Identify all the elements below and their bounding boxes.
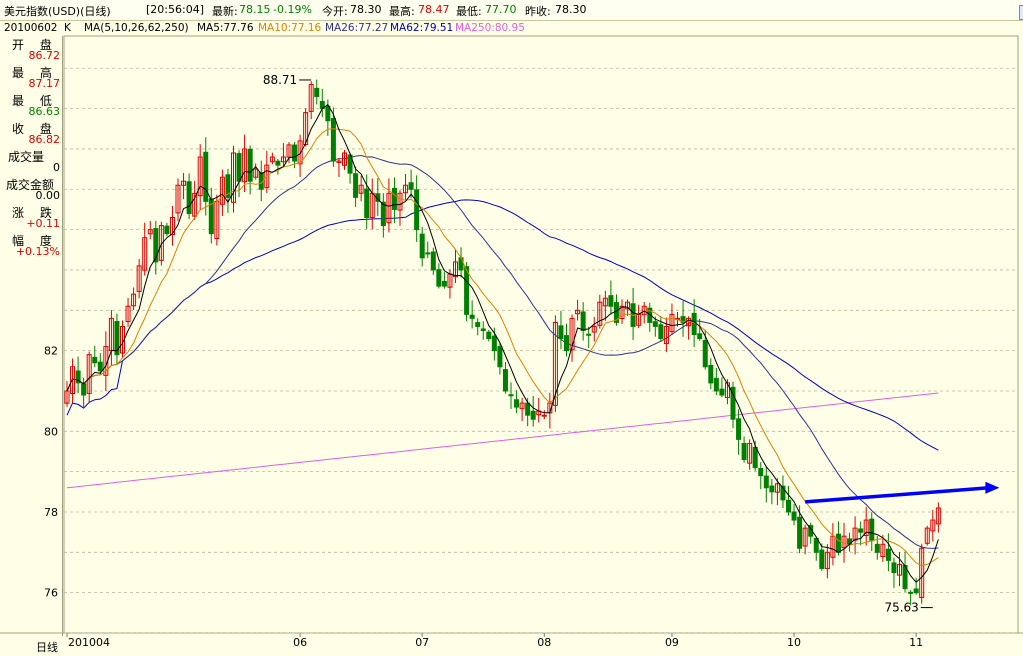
candle-body [741, 443, 747, 461]
candle-body [608, 295, 614, 307]
candle-body [913, 588, 919, 594]
candle-body [752, 446, 758, 469]
candle-body [858, 528, 864, 533]
candle-body [758, 467, 764, 477]
candle-body [835, 533, 841, 553]
candle-body [441, 280, 447, 287]
candle-body [425, 252, 431, 255]
candle-body [391, 187, 397, 210]
candle-body [275, 160, 281, 166]
candle-body [508, 394, 514, 397]
candle-body [719, 388, 725, 396]
period-bar: 日线 [0, 636, 1023, 656]
candle-body [819, 549, 825, 569]
close-value: 86.82 [28, 133, 61, 146]
candle-body [380, 201, 386, 227]
candle-body [314, 87, 320, 98]
candle-body [514, 399, 520, 408]
candle-body [791, 511, 797, 521]
candle-body [164, 225, 170, 235]
candle-body [786, 499, 791, 513]
candle-body [475, 322, 481, 327]
high-value: 87.17 [28, 77, 61, 90]
candle-body [414, 189, 420, 231]
candle-body [247, 148, 253, 182]
trend-arrow-line [805, 486, 990, 504]
candle-body [697, 333, 703, 340]
candle-body [736, 418, 742, 440]
candle-body [580, 311, 586, 331]
candle-body [763, 475, 769, 489]
candle-body [813, 537, 819, 553]
candle-body [891, 562, 897, 573]
candle-body [469, 314, 475, 319]
candle-body [92, 356, 98, 364]
ma26-line [66, 154, 939, 549]
trend-arrow-head [985, 481, 1000, 494]
candle-body [353, 173, 359, 198]
candle-body [330, 118, 336, 162]
annotation-label: 88.71 [263, 73, 297, 87]
candle-body [869, 518, 875, 541]
volume-label: 成交量 [8, 150, 45, 164]
candle-body [702, 339, 708, 368]
annotation-label: 75.63 [884, 601, 918, 615]
candle-body [586, 333, 592, 336]
candle-body [652, 321, 658, 327]
candle-body [436, 269, 442, 287]
plot-frame [63, 35, 1019, 634]
candle-body [497, 346, 503, 368]
candle-body [114, 320, 120, 356]
candle-body [541, 414, 547, 417]
candle-body [419, 233, 425, 259]
ma62-line [66, 199, 939, 451]
candlestick-chart[interactable]: 76788082201004 06 07 08 09 10 1188.7175.63 [0, 0, 1023, 656]
amount-value: 0.00 [35, 189, 61, 202]
change-amount-value: +0.11 [26, 217, 60, 230]
candle-body [186, 181, 192, 214]
volume-value: 0 [53, 161, 60, 174]
candle-body [464, 266, 470, 315]
candle-body [458, 257, 464, 271]
candle-body [658, 324, 664, 340]
candle-body [908, 591, 914, 594]
candle-body [486, 331, 492, 340]
open-value: 86.72 [28, 49, 61, 62]
period-label[interactable]: 日线 [36, 639, 58, 655]
low-value: 86.63 [28, 105, 61, 118]
candle-body [708, 364, 714, 384]
candle-body [325, 105, 331, 122]
candle-body [769, 485, 775, 493]
info-panel: 开 盘 86.72 最 高 87.17 最 低 86.63 收 盘 86.82 … [0, 36, 63, 636]
range-value: +0.13% [15, 245, 60, 258]
candle-body [430, 251, 436, 271]
candle-body [530, 410, 536, 420]
candle-body [502, 369, 508, 392]
candle-body [491, 335, 497, 352]
candle-body [292, 144, 298, 162]
candle-body [874, 543, 880, 553]
candle-body [81, 383, 87, 396]
candle-body [797, 516, 803, 549]
candle-body [525, 402, 531, 416]
candle-body [203, 151, 209, 202]
candle-body [408, 182, 414, 190]
candle-body [480, 328, 486, 331]
ma250-line [66, 392, 939, 489]
candle-body [97, 361, 103, 372]
candle-body [564, 335, 569, 352]
candle-body [713, 377, 719, 392]
candle-body [558, 325, 564, 340]
candle-body [236, 153, 242, 182]
candle-body [364, 188, 370, 219]
candle-body [885, 548, 891, 561]
